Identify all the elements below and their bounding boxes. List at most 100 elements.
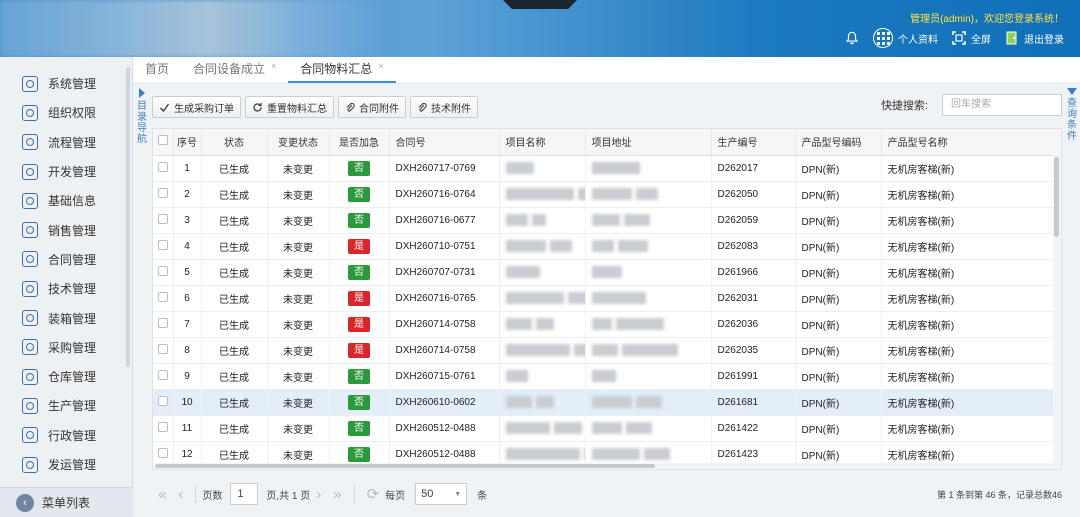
contract-number-cell[interactable]: DXH260714-0758 xyxy=(389,337,500,364)
contract-number-cell[interactable]: DXH260714-0758 xyxy=(389,311,500,338)
grid-vertical-scrollbar[interactable] xyxy=(1053,155,1061,469)
column-header[interactable]: 变更状态 xyxy=(267,129,330,156)
sidebar-item-warehouse[interactable]: 仓库管理 xyxy=(0,362,132,391)
sidebar-item-purchase[interactable]: 采购管理 xyxy=(0,333,132,362)
sidebar-item-label: 系统管理 xyxy=(48,77,97,92)
column-header[interactable]: 生产编号 xyxy=(711,129,796,156)
sidebar-item-packing[interactable]: 装箱管理 xyxy=(0,303,132,332)
row-checkbox[interactable] xyxy=(157,239,168,250)
fullscreen-button[interactable]: 全屏 xyxy=(952,31,991,46)
table-row[interactable]: 7 已生成 未变更 是 DXH260714-0758 D262036 DPN(新) 无机房客梯… xyxy=(153,311,1061,338)
menu-list-toggle[interactable]: ‹ 菜单列表 xyxy=(0,487,133,517)
sidebar-item-org-permission[interactable]: 组织权限 xyxy=(0,98,132,127)
sidebar-item-development[interactable]: 开发管理 xyxy=(0,157,132,186)
sidebar-scrollbar[interactable] xyxy=(126,67,130,367)
first-page-button[interactable]: « xyxy=(158,486,166,503)
menu-sales-icon xyxy=(22,222,38,239)
contract-number-cell[interactable]: DXH260716-0765 xyxy=(389,285,500,312)
directory-nav-toggle[interactable]: 目录导航 xyxy=(136,88,148,145)
sidebar-item-shipping[interactable]: 发运管理 xyxy=(0,450,132,479)
table-row[interactable]: 3 已生成 未变更 否 DXH260716-0677 D262059 DPN(新) 无机房客梯… xyxy=(153,207,1061,234)
table-row[interactable]: 8 已生成 未变更 是 DXH260714-0758 D262035 DPN(新) 无机房客梯… xyxy=(153,337,1061,364)
welcome-text: 管理员(admin)，欢迎您登录系统！ xyxy=(910,14,1064,25)
column-header[interactable]: 项目地址 xyxy=(585,129,712,156)
table-row[interactable]: 4 已生成 未变更 是 DXH260710-0751 D262083 DPN(新) 无机房客梯… xyxy=(153,233,1061,260)
next-page-button[interactable]: › xyxy=(316,486,321,503)
row-checkbox[interactable] xyxy=(157,161,168,172)
sidebar-item-workflow[interactable]: 流程管理 xyxy=(0,128,132,157)
select-all-cell xyxy=(153,129,174,156)
reset-summary-button[interactable]: 重置物料汇总 xyxy=(245,96,334,118)
grid-horizontal-scrollbar[interactable] xyxy=(153,463,1053,469)
row-checkbox[interactable] xyxy=(157,395,168,406)
sidebar-item-technical[interactable]: 技术管理 xyxy=(0,274,132,303)
tab-2[interactable]: 合同物料汇总 × xyxy=(288,56,396,83)
prev-page-button[interactable]: ‹ xyxy=(178,486,183,503)
redaction-block xyxy=(567,292,584,304)
table-row[interactable]: 11 已生成 未变更 否 DXH260512-0488 D261422 DPN(新) 无机房客… xyxy=(153,415,1061,442)
row-checkbox[interactable] xyxy=(157,421,168,432)
tab-0[interactable]: 首页 xyxy=(133,56,181,83)
column-header[interactable]: 序号 xyxy=(173,129,202,156)
row-checkbox[interactable] xyxy=(157,213,168,224)
row-checkbox[interactable] xyxy=(157,447,168,458)
column-header[interactable]: 产品型号编码 xyxy=(795,129,882,156)
row-checkbox[interactable] xyxy=(157,265,168,276)
row-checkbox[interactable] xyxy=(157,291,168,302)
select-all-checkbox[interactable] xyxy=(157,135,168,146)
pager-divider xyxy=(353,485,355,503)
close-icon[interactable]: × xyxy=(271,61,276,71)
column-header[interactable]: 状态 xyxy=(201,129,268,156)
page-number-input[interactable]: 1 xyxy=(230,483,259,505)
urgent-cell: 否 xyxy=(329,259,390,286)
table-row[interactable]: 5 已生成 未变更 否 DXH260707-0731 D261966 DPN(新) 无机房客梯… xyxy=(153,259,1061,286)
sidebar-item-administration[interactable]: 行政管理 xyxy=(0,421,132,450)
row-checkbox[interactable] xyxy=(157,369,168,380)
close-icon[interactable]: × xyxy=(378,61,383,71)
tech-attachment-button[interactable]: 技术附件 xyxy=(410,96,478,118)
query-conditions-toggle[interactable]: 查询条件 xyxy=(1066,88,1078,142)
generate-po-button[interactable]: 生成采购订单 xyxy=(152,96,241,118)
last-page-button[interactable]: » xyxy=(333,486,341,503)
table-row[interactable]: 1 已生成 未变更 否 DXH260717-0769 D262017 DPN(新) 无机房客梯… xyxy=(153,155,1061,182)
production-number-cell: D261681 xyxy=(711,389,796,416)
table-row[interactable]: 6 已生成 未变更 是 DXH260716-0765 D262031 DPN(新) 无机房客梯… xyxy=(153,285,1061,312)
redaction-block xyxy=(591,214,620,226)
sidebar-item-production[interactable]: 生产管理 xyxy=(0,391,132,420)
refresh-icon[interactable]: ⟳ xyxy=(367,485,380,503)
row-checkbox[interactable] xyxy=(157,343,168,354)
row-number: 8 xyxy=(173,337,202,364)
contract-number-cell[interactable]: DXH260717-0769 xyxy=(389,155,500,182)
column-header[interactable]: 产品型号名称 xyxy=(881,129,1061,156)
profile-button[interactable]: 个人资料 xyxy=(873,28,938,48)
contract-number-cell[interactable]: DXH260512-0488 xyxy=(389,415,500,442)
notification-bell[interactable] xyxy=(845,31,859,45)
quick-search: 快捷搜索: 回车搜索 xyxy=(881,94,1062,116)
row-checkbox[interactable] xyxy=(157,317,168,328)
tab-1[interactable]: 合同设备成立 × xyxy=(181,56,288,83)
contract-attachment-button[interactable]: 合同附件 xyxy=(338,96,406,118)
column-header[interactable]: 项目名称 xyxy=(499,129,586,156)
column-header[interactable]: 合同号 xyxy=(389,129,500,156)
contract-number-cell[interactable]: DXH260716-0677 xyxy=(389,207,500,234)
table-row[interactable]: 9 已生成 未变更 否 DXH260715-0761 D261991 DPN(新) 无机房客梯… xyxy=(153,363,1061,390)
table-row[interactable]: 2 已生成 未变更 否 DXH260716-0764 D262050 DPN(新) 无机房客梯… xyxy=(153,181,1061,208)
sidebar-item-sales[interactable]: 销售管理 xyxy=(0,215,132,244)
contract-number-cell[interactable]: DXH260710-0751 xyxy=(389,233,500,260)
model-code-cell: DPN(新) xyxy=(795,337,882,364)
column-header[interactable]: 是否加急 xyxy=(329,129,390,156)
per-page-select[interactable]: 50 ▼ xyxy=(415,483,468,505)
sidebar-item-system[interactable]: 系统管理 xyxy=(0,69,132,98)
contract-number-cell[interactable]: DXH260715-0761 xyxy=(389,363,500,390)
contract-number-cell[interactable]: DXH260716-0764 xyxy=(389,181,500,208)
quick-search-input[interactable]: 回车搜索 xyxy=(942,94,1062,116)
contract-number-cell[interactable]: DXH260707-0731 xyxy=(389,259,500,286)
redaction-block xyxy=(591,422,622,434)
logout-button[interactable]: 退出登录 xyxy=(1005,31,1064,46)
table-row[interactable]: 10 已生成 未变更 否 DXH260610-0602 D261681 DPN(新) 无机房客… xyxy=(153,389,1061,416)
contract-number-cell[interactable]: DXH260610-0602 xyxy=(389,389,500,416)
sidebar-item-contract[interactable]: 合同管理 xyxy=(0,245,132,274)
row-checkbox[interactable] xyxy=(157,187,168,198)
sidebar-item-basic-info[interactable]: 基础信息 xyxy=(0,186,132,215)
urgent-cell: 否 xyxy=(329,207,390,234)
